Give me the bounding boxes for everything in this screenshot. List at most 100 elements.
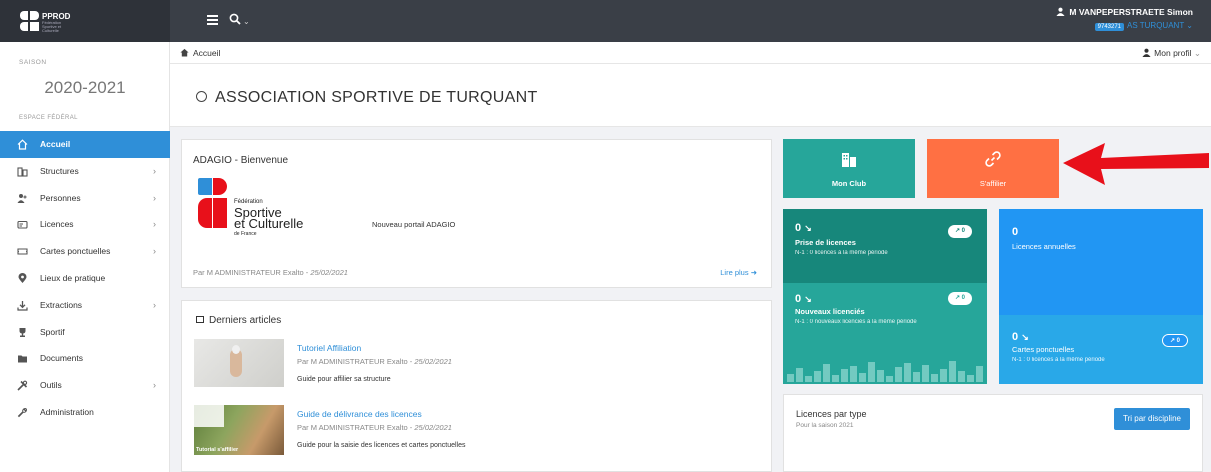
ponctuelles-sub: N-1 : 0 licences à la même période bbox=[1012, 357, 1105, 363]
licences-par-type-card: Licences par type Pour la saison 2021 Tr… bbox=[783, 394, 1203, 472]
trend-up-icon: ↗ bbox=[1169, 338, 1175, 344]
link-icon bbox=[985, 151, 1001, 167]
trend-down-icon: ↘ bbox=[804, 294, 812, 304]
bar-sparkline bbox=[783, 358, 987, 382]
fsf-logo: Fédération Sportive et Culturelle de Fra… bbox=[198, 178, 338, 243]
menu-toggle-button[interactable] bbox=[207, 15, 218, 25]
welcome-card: ADAGIO - Bienvenue Fédération Sportive e… bbox=[181, 139, 772, 288]
chevron-right-icon: › bbox=[153, 192, 156, 203]
tri-par-discipline-button[interactable]: Tri par discipline bbox=[1114, 408, 1190, 430]
trend-up-icon: ↗ bbox=[954, 228, 960, 234]
building-icon bbox=[17, 167, 28, 177]
user-icon bbox=[1142, 48, 1151, 57]
logo-line-4: de France bbox=[234, 231, 257, 237]
search-button[interactable]: ⌄ bbox=[229, 12, 250, 27]
affilier-tile[interactable]: S'affilier bbox=[927, 139, 1059, 198]
tools-icon bbox=[17, 380, 28, 391]
affilier-label: S'affilier bbox=[979, 179, 1007, 188]
user-icon bbox=[1056, 7, 1065, 16]
sidebar-item-label: Licences bbox=[40, 219, 74, 230]
chevron-right-icon: › bbox=[153, 246, 156, 257]
user-id-badge: 9743271 bbox=[1094, 23, 1125, 31]
ticket-icon bbox=[17, 248, 28, 255]
building-icon bbox=[842, 153, 856, 167]
article-item[interactable]: Tutorial s'affilier Guide de délivrance … bbox=[194, 405, 754, 455]
sidebar-item-licences[interactable]: Licences › bbox=[0, 211, 170, 238]
article-summary: Guide pour la saisie des licences et car… bbox=[297, 442, 466, 449]
search-icon bbox=[229, 13, 241, 25]
app-logo[interactable]: PPROD Fédération Sportive et Culturelle bbox=[0, 0, 170, 42]
sidebar-item-accueil[interactable]: Accueil bbox=[0, 131, 170, 158]
page-header: ASSOCIATION SPORTIVE DE TURQUANT bbox=[170, 64, 1211, 127]
page-title: ASSOCIATION SPORTIVE DE TURQUANT bbox=[215, 89, 538, 106]
licences-annuelles-stat: 0 Licences annuelles bbox=[1012, 226, 1192, 251]
sidebar-item-cartes-ponctuelles[interactable]: Cartes ponctuelles › bbox=[0, 238, 170, 265]
sidebar-item-documents[interactable]: Documents bbox=[0, 345, 170, 372]
breadcrumb: Accueil Mon profil ⌄ bbox=[170, 42, 1211, 64]
profile-label: Mon profil bbox=[1154, 48, 1192, 58]
article-title-link[interactable]: Guide de délivrance des licences bbox=[297, 409, 422, 419]
club-chevron-icon: ⌄ bbox=[1186, 21, 1193, 30]
breadcrumb-home-link[interactable]: Accueil bbox=[193, 48, 220, 58]
logo-subtitle: Fédération Sportive et Culturelle bbox=[42, 20, 62, 33]
card-icon bbox=[17, 221, 28, 229]
licences-stats-panel: 0 ↘ Prise de licences N-1 : 0 licences à… bbox=[783, 209, 987, 384]
download-icon bbox=[17, 300, 28, 311]
ponctuelles-value: 0 bbox=[1012, 331, 1019, 343]
chevron-down-icon: ⌄ bbox=[1193, 48, 1201, 58]
sidebar-menu: Accueil Structures › Personnes › Licences ›… bbox=[0, 131, 170, 426]
logo-mark-icon bbox=[20, 11, 42, 31]
welcome-body: Nouveau portail ADAGIO bbox=[372, 220, 456, 229]
sidebar-item-label: Outils bbox=[40, 380, 62, 391]
users-icon bbox=[17, 193, 27, 203]
licences-type-sub: Pour la saison 2021 bbox=[796, 422, 854, 429]
prise-licences-label: Prise de licences bbox=[795, 238, 856, 247]
nouveaux-value: 0 bbox=[795, 293, 802, 305]
espace-label: ESPACE FÉDÉRAL bbox=[19, 115, 78, 121]
sidebar-item-label: Accueil bbox=[40, 139, 71, 149]
nouveaux-label: Nouveaux licenciés bbox=[795, 307, 865, 316]
sidebar-item-extractions[interactable]: Extractions › bbox=[0, 292, 170, 319]
article-thumbnail bbox=[194, 339, 284, 387]
article-item[interactable]: Tutoriel Affiliation Par M ADMINISTRATEU… bbox=[194, 339, 754, 389]
season-value[interactable]: 2020-2021 bbox=[0, 78, 170, 98]
sidebar-item-structures[interactable]: Structures › bbox=[0, 158, 170, 185]
mon-club-label: Mon Club bbox=[831, 179, 867, 188]
arrow-circle-icon bbox=[196, 91, 207, 102]
chevron-right-icon: › bbox=[153, 165, 156, 176]
read-more-link[interactable]: Lire plus ➜ bbox=[720, 268, 757, 277]
club-name: AS TURQUANT bbox=[1127, 21, 1185, 30]
top-bar: PPROD Fédération Sportive et Culturelle … bbox=[0, 0, 1211, 42]
thumbnail-caption: Tutorial s'affilier bbox=[196, 447, 239, 453]
welcome-date: 25/02/2021 bbox=[310, 268, 348, 277]
annuelles-stats-panel: 0 Licences annuelles 0 ↘ Cartes ponctuel… bbox=[999, 209, 1203, 384]
sidebar-item-outils[interactable]: Outils › bbox=[0, 372, 170, 399]
search-chevron-icon: ⌄ bbox=[243, 17, 250, 26]
map-pin-icon bbox=[18, 272, 27, 283]
sidebar-item-administration[interactable]: Administration bbox=[0, 399, 170, 426]
article-title-link[interactable]: Tutoriel Affiliation bbox=[297, 343, 361, 353]
sidebar-item-label: Extractions bbox=[40, 299, 83, 310]
sidebar-item-sportif[interactable]: Sportif bbox=[0, 319, 170, 346]
welcome-author: Par M ADMINISTRATEUR Exalto - bbox=[193, 268, 311, 277]
nouveaux-sub: N-1 : 0 nouveaux licenciés à la même pér… bbox=[795, 319, 917, 325]
trend-badge: ↗ 0 bbox=[948, 225, 972, 238]
sidebar-item-label: Administration bbox=[40, 406, 94, 417]
mon-club-tile[interactable]: Mon Club bbox=[783, 139, 915, 198]
sidebar: SAISON 2020-2021 ESPACE FÉDÉRAL Accueil … bbox=[0, 42, 170, 472]
red-arrow-annotation bbox=[1063, 143, 1209, 185]
articles-title: Derniers articles bbox=[209, 315, 282, 326]
welcome-title: ADAGIO - Bienvenue bbox=[193, 155, 289, 166]
folder-icon bbox=[18, 355, 27, 363]
sidebar-item-label: Structures bbox=[40, 165, 79, 176]
sidebar-item-personnes[interactable]: Personnes › bbox=[0, 185, 170, 212]
chevron-right-icon: › bbox=[153, 380, 156, 391]
user-menu[interactable]: M VANPEPERSTRAETE Simon 9743271 AS TURQUA… bbox=[1056, 7, 1193, 31]
trend-up-icon: ↗ bbox=[954, 295, 960, 301]
profile-menu-button[interactable]: Mon profil ⌄ bbox=[1142, 48, 1201, 59]
sidebar-item-label: Documents bbox=[40, 353, 83, 364]
chevron-right-icon: › bbox=[153, 219, 156, 230]
sidebar-item-lieux-de-pratique[interactable]: Lieux de pratique bbox=[0, 265, 170, 292]
user-name: M VANPEPERSTRAETE Simon bbox=[1069, 7, 1193, 17]
annuelles-value: 0 bbox=[1012, 226, 1019, 238]
